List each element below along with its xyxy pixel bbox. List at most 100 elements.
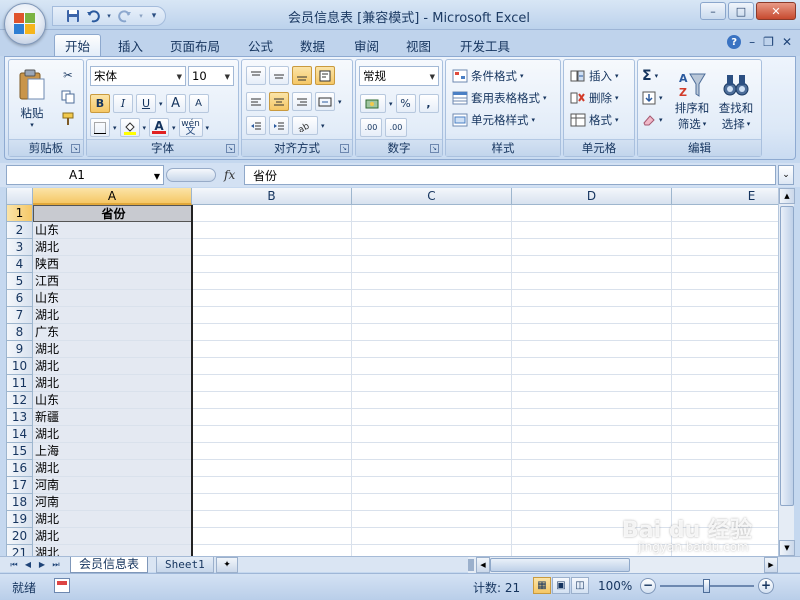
table-cell[interactable] bbox=[512, 460, 672, 477]
table-cell[interactable] bbox=[352, 409, 512, 426]
tab-developer[interactable]: 开发工具 bbox=[450, 34, 520, 56]
row-header[interactable]: 13 bbox=[7, 409, 33, 426]
align-middle-icon[interactable] bbox=[269, 66, 289, 85]
zoom-out-icon[interactable]: − bbox=[640, 578, 656, 594]
table-cell[interactable] bbox=[192, 392, 352, 409]
row-header[interactable]: 1 bbox=[7, 205, 33, 222]
row-header[interactable]: 7 bbox=[7, 307, 33, 324]
format-cells-button[interactable]: 格式 ▾ bbox=[570, 110, 619, 129]
page-layout-view-icon[interactable]: ▣ bbox=[552, 577, 570, 594]
table-cell[interactable] bbox=[352, 307, 512, 324]
name-box[interactable]: A1 ▼ bbox=[6, 165, 164, 185]
table-cell[interactable] bbox=[672, 375, 778, 392]
cell-styles-button[interactable]: 单元格样式 ▾ bbox=[452, 110, 535, 129]
underline-button[interactable]: U bbox=[136, 94, 156, 113]
fill-color-icon[interactable] bbox=[119, 118, 140, 137]
table-cell[interactable]: 山东 bbox=[33, 222, 192, 239]
align-right-icon[interactable] bbox=[292, 92, 312, 111]
font-color-icon[interactable]: A bbox=[149, 118, 170, 137]
redo-dropdown-icon[interactable]: ▾ bbox=[137, 8, 145, 24]
fill-color-dropdown-icon[interactable]: ▾ bbox=[143, 124, 147, 132]
table-cell[interactable] bbox=[672, 443, 778, 460]
increase-indent-icon[interactable] bbox=[269, 116, 289, 135]
borders-dropdown-icon[interactable]: ▾ bbox=[113, 124, 117, 132]
row-header[interactable]: 21 bbox=[7, 545, 33, 556]
accounting-dropdown-icon[interactable]: ▾ bbox=[389, 100, 393, 108]
table-cell[interactable] bbox=[192, 460, 352, 477]
table-cell[interactable] bbox=[512, 358, 672, 375]
zoom-in-icon[interactable]: + bbox=[758, 578, 774, 594]
table-cell[interactable]: 湖北 bbox=[33, 545, 192, 556]
number-format-combo[interactable]: 常规 ▼ bbox=[359, 66, 439, 86]
font-color-dropdown-icon[interactable]: ▾ bbox=[172, 124, 176, 132]
table-cell[interactable] bbox=[352, 443, 512, 460]
office-button[interactable] bbox=[4, 3, 46, 45]
accounting-icon[interactable] bbox=[360, 94, 386, 113]
select-all-corner[interactable] bbox=[7, 188, 33, 205]
row-header[interactable]: 17 bbox=[7, 477, 33, 494]
table-cell[interactable] bbox=[512, 324, 672, 341]
table-cell[interactable] bbox=[192, 375, 352, 392]
table-cell[interactable] bbox=[672, 358, 778, 375]
alignment-launcher-icon[interactable]: ↘ bbox=[340, 144, 349, 153]
row-header[interactable]: 3 bbox=[7, 239, 33, 256]
table-cell[interactable] bbox=[352, 239, 512, 256]
ribbon-close-icon[interactable]: ✕ bbox=[782, 35, 792, 49]
table-cell[interactable] bbox=[512, 392, 672, 409]
table-cell[interactable] bbox=[512, 443, 672, 460]
clipboard-launcher-icon[interactable]: ↘ bbox=[71, 144, 80, 153]
table-cell[interactable] bbox=[352, 511, 512, 528]
conditional-format-button[interactable]: 条件格式 ▾ bbox=[452, 66, 524, 85]
align-center-icon[interactable] bbox=[269, 92, 289, 111]
expand-formula-bar-icon[interactable]: ⌄ bbox=[778, 165, 794, 185]
align-left-icon[interactable] bbox=[246, 92, 266, 111]
table-cell[interactable] bbox=[672, 290, 778, 307]
table-cell[interactable] bbox=[672, 239, 778, 256]
tab-data[interactable]: 数据 bbox=[290, 34, 335, 56]
table-cell[interactable] bbox=[672, 409, 778, 426]
underline-dropdown-icon[interactable]: ▾ bbox=[159, 100, 163, 108]
row-header[interactable]: 16 bbox=[7, 460, 33, 477]
tab-insert[interactable]: 插入 bbox=[108, 34, 153, 56]
formula-input[interactable]: 省份 bbox=[244, 165, 776, 185]
table-cell[interactable] bbox=[512, 341, 672, 358]
tab-formulas[interactable]: 公式 bbox=[238, 34, 283, 56]
phonetic-icon[interactable]: wén 文 bbox=[178, 118, 203, 137]
clear-button[interactable]: ▾ bbox=[642, 110, 663, 129]
scroll-down-icon[interactable]: ▼ bbox=[779, 540, 795, 556]
table-cell[interactable]: 湖北 bbox=[33, 307, 192, 324]
scroll-left-icon[interactable]: ◀ bbox=[476, 557, 490, 573]
table-cell[interactable] bbox=[352, 256, 512, 273]
row-header[interactable]: 9 bbox=[7, 341, 33, 358]
sort-filter-button[interactable]: AZ 排序和 筛选 ▾ bbox=[672, 64, 712, 138]
table-cell[interactable] bbox=[192, 545, 352, 556]
table-cell[interactable] bbox=[512, 477, 672, 494]
table-cell[interactable] bbox=[352, 375, 512, 392]
table-cell[interactable] bbox=[672, 205, 778, 222]
table-cell[interactable]: 湖北 bbox=[33, 426, 192, 443]
format-as-table-button[interactable]: 套用表格格式 ▾ bbox=[452, 88, 547, 107]
table-cell[interactable] bbox=[352, 392, 512, 409]
table-cell[interactable] bbox=[352, 460, 512, 477]
row-header[interactable]: 4 bbox=[7, 256, 33, 273]
phonetic-dropdown-icon[interactable]: ▾ bbox=[206, 124, 210, 132]
orientation-dropdown-icon[interactable]: ▾ bbox=[321, 122, 325, 130]
maximize-button[interactable]: □ bbox=[728, 2, 754, 20]
sheet-tab-active[interactable]: 会员信息表 bbox=[70, 557, 149, 573]
shrink-font-button[interactable]: A bbox=[188, 94, 209, 113]
table-cell[interactable] bbox=[512, 205, 672, 222]
row-header[interactable]: 18 bbox=[7, 494, 33, 511]
row-header[interactable]: 12 bbox=[7, 392, 33, 409]
worksheet-grid[interactable]: A B C D E 1 省份 2 山东 3 湖北 4 陕西 5 江西 6 山东 7 湖北 8 广东 9 湖北 10 湖北 11 湖北… bbox=[6, 188, 778, 556]
percent-button[interactable]: % bbox=[395, 94, 416, 113]
column-header[interactable]: C bbox=[352, 188, 512, 205]
table-cell[interactable] bbox=[512, 256, 672, 273]
grow-font-button[interactable]: A bbox=[165, 94, 186, 113]
table-cell[interactable] bbox=[192, 443, 352, 460]
decrease-decimal-button[interactable]: .00 bbox=[385, 118, 407, 137]
table-cell[interactable]: 山东 bbox=[33, 392, 192, 409]
horizontal-scrollbar[interactable]: ◀ ▶ bbox=[468, 557, 778, 573]
column-header[interactable]: E bbox=[672, 188, 778, 205]
table-cell[interactable] bbox=[672, 392, 778, 409]
borders-icon[interactable] bbox=[90, 118, 110, 137]
